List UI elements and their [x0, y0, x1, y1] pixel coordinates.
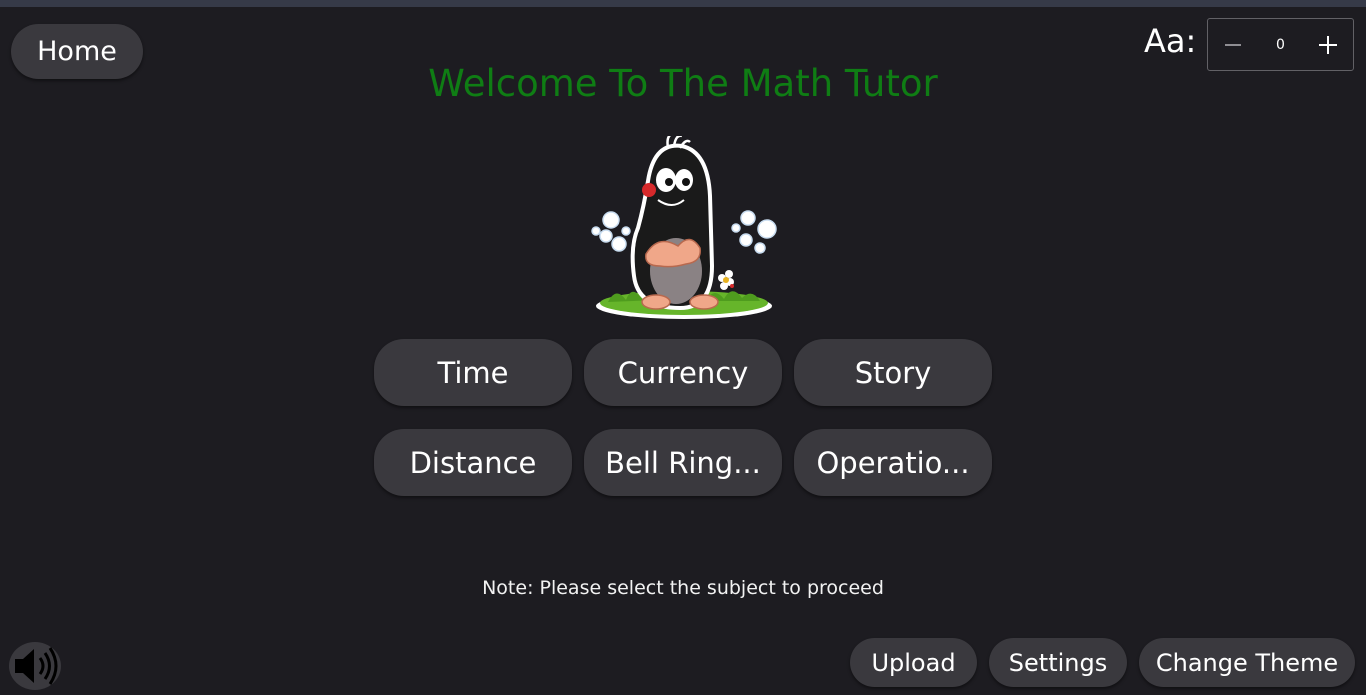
instruction-note: Note: Please select the subject to proce… [482, 577, 884, 599]
increase-font-button[interactable] [1303, 19, 1353, 70]
change-theme-button[interactable]: Change Theme [1139, 638, 1355, 687]
plus-icon [1319, 35, 1337, 54]
subject-distance-button[interactable]: Distance [374, 429, 572, 496]
decrease-font-button[interactable] [1208, 19, 1258, 70]
speaker-icon [15, 647, 58, 685]
mole-icon [591, 136, 777, 319]
minus-icon [1225, 43, 1241, 46]
font-size-value: 0 [1276, 36, 1285, 53]
speaker-button[interactable] [9, 642, 61, 690]
upload-button[interactable]: Upload [850, 638, 977, 687]
subject-operations-button[interactable]: Operatio... [794, 429, 992, 496]
font-size-stepper[interactable]: 0 [1207, 18, 1354, 71]
subject-bell-ringer-button[interactable]: Bell Ring... [584, 429, 782, 496]
page-title: Welcome To The Math Tutor [428, 62, 938, 105]
window-top-bar [0, 0, 1366, 7]
subject-time-button[interactable]: Time [374, 339, 572, 406]
subject-story-button[interactable]: Story [794, 339, 992, 406]
font-size-label: Aa: [1144, 22, 1197, 60]
settings-button[interactable]: Settings [989, 638, 1127, 687]
subject-currency-button[interactable]: Currency [584, 339, 782, 406]
